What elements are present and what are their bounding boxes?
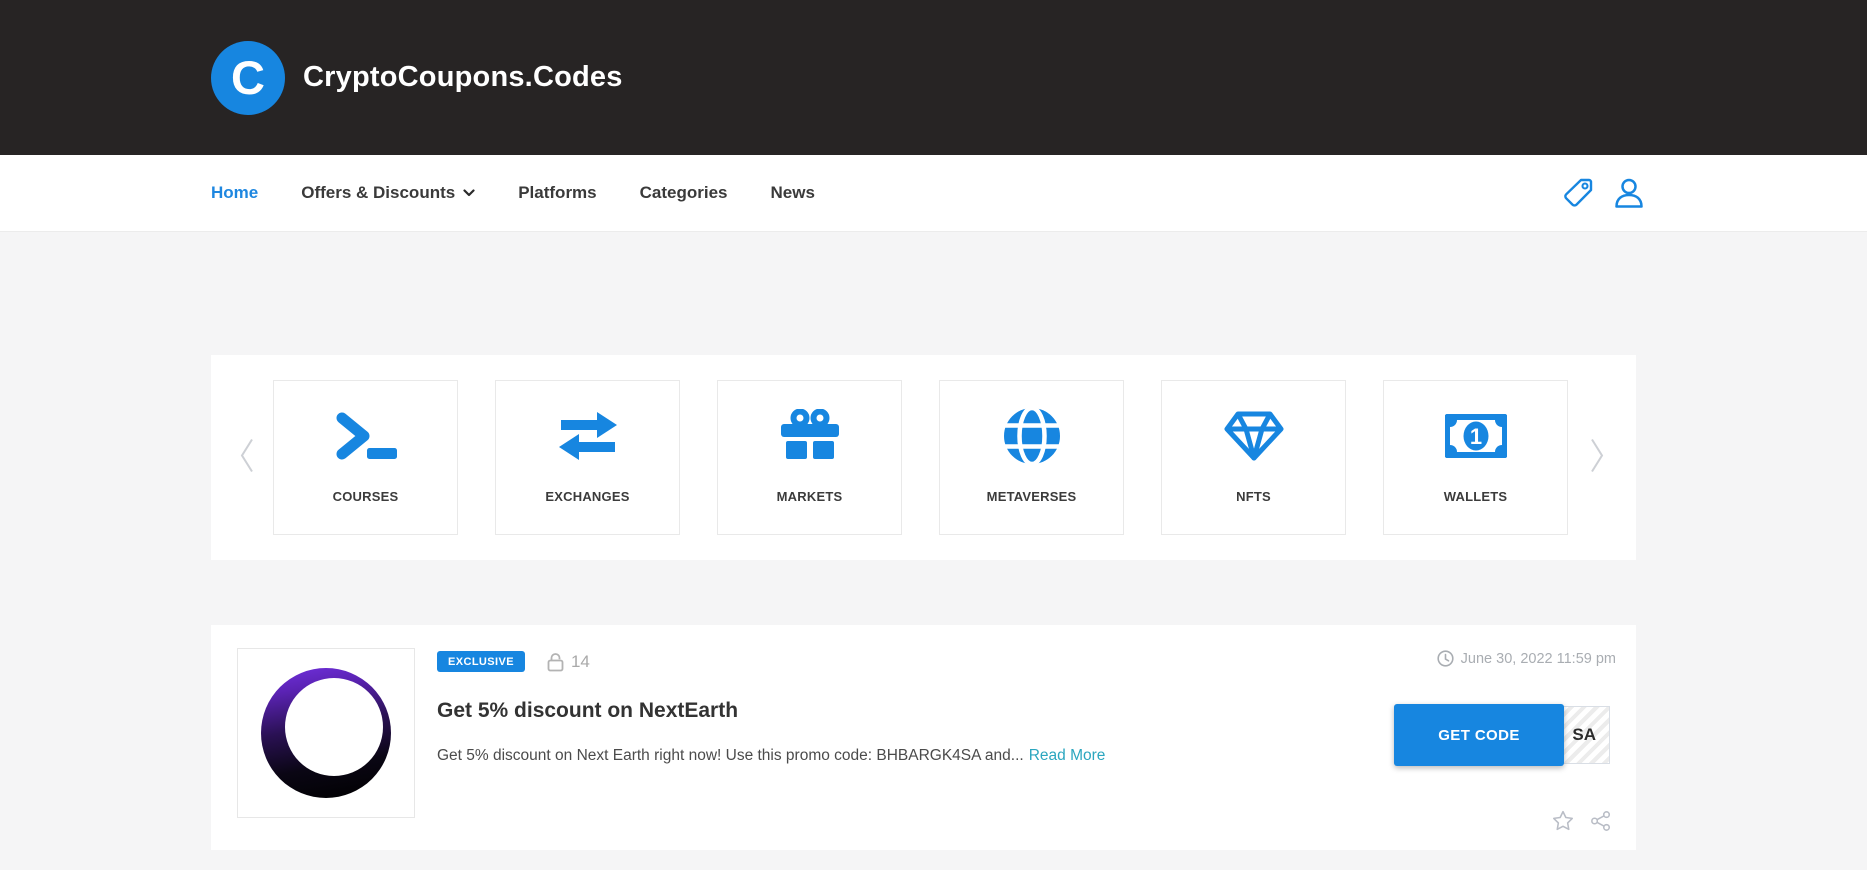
nav-items: Home Offers & Discounts Platforms Catego… <box>211 183 815 203</box>
coupon-expiry-text: June 30, 2022 11:59 pm <box>1461 651 1616 667</box>
exchange-arrows-icon <box>557 405 619 467</box>
coupon-description-text: Get 5% discount on Next Earth right now!… <box>437 747 1024 764</box>
tag-icon[interactable] <box>1561 176 1595 210</box>
main-content: COURSES EXCHANGES <box>211 232 1636 850</box>
nav-item-platforms[interactable]: Platforms <box>518 183 596 203</box>
site-header: C CryptoCoupons.Codes <box>0 0 1867 155</box>
category-card-exchanges[interactable]: EXCHANGES <box>495 380 680 535</box>
nav-item-label: Offers & Discounts <box>301 183 455 203</box>
user-icon[interactable] <box>1612 175 1646 211</box>
coupon-badge-row: EXCLUSIVE 14 <box>437 651 1105 672</box>
terminal-icon <box>333 405 399 467</box>
coupon-code-box[interactable]: SA GET CODE <box>1395 706 1610 764</box>
site-title[interactable]: CryptoCoupons.Codes <box>303 61 623 94</box>
category-card-markets[interactable]: MARKETS <box>717 380 902 535</box>
coupon-logo[interactable] <box>237 648 415 818</box>
clock-icon <box>1437 650 1454 667</box>
category-label: EXCHANGES <box>545 489 629 504</box>
globe-icon <box>1003 405 1061 467</box>
coupon-title[interactable]: Get 5% discount on NextEarth <box>437 699 1105 723</box>
exclusive-badge: EXCLUSIVE <box>437 651 525 672</box>
category-label: COURSES <box>333 489 399 504</box>
gem-icon <box>1223 405 1285 467</box>
site-logo-icon[interactable]: C <box>211 41 285 115</box>
share-icon[interactable] <box>1590 810 1612 832</box>
nav-item-news[interactable]: News <box>771 183 815 203</box>
money-bill-icon: 1 <box>1445 405 1507 467</box>
uses-count: 14 <box>571 652 590 672</box>
coupon-actions <box>1552 810 1612 832</box>
category-card-wallets[interactable]: 1 WALLETS <box>1383 380 1568 535</box>
coupon-card: EXCLUSIVE 14 Get 5% discount on NextEart… <box>211 625 1636 850</box>
gift-icon <box>781 405 839 467</box>
chevron-down-icon <box>463 189 475 197</box>
coupon-body: EXCLUSIVE 14 Get 5% discount on NextEart… <box>437 651 1105 765</box>
category-card-nfts[interactable]: NFTS <box>1161 380 1346 535</box>
category-card-courses[interactable]: COURSES <box>273 380 458 535</box>
carousel-prev-icon[interactable] <box>237 435 257 480</box>
favorite-star-icon[interactable] <box>1552 810 1574 832</box>
page: C CryptoCoupons.Codes Home Offers & Disc… <box>0 0 1867 870</box>
money-bill-digit: 1 <box>1469 424 1481 449</box>
nav-item-offers-discounts[interactable]: Offers & Discounts <box>301 183 475 203</box>
categories-carousel: COURSES EXCHANGES <box>211 355 1636 560</box>
category-label: WALLETS <box>1444 489 1508 504</box>
carousel-next-icon[interactable] <box>1587 435 1607 480</box>
category-cards-row: COURSES EXCHANGES <box>273 380 1568 535</box>
coupon-description: Get 5% discount on Next Earth right now!… <box>437 747 1105 765</box>
get-code-button[interactable]: GET CODE <box>1394 704 1564 766</box>
nav-item-categories[interactable]: Categories <box>640 183 728 203</box>
coupon-uses: 14 <box>547 652 590 672</box>
category-card-metaverses[interactable]: METAVERSES <box>939 380 1124 535</box>
nextearth-logo-image <box>261 668 391 798</box>
lock-icon <box>547 652 564 672</box>
category-label: MARKETS <box>777 489 843 504</box>
category-label: NFTS <box>1236 489 1271 504</box>
category-label: METAVERSES <box>987 489 1077 504</box>
read-more-link[interactable]: Read More <box>1029 747 1106 764</box>
main-navbar: Home Offers & Discounts Platforms Catego… <box>0 155 1867 232</box>
coupon-code-peek: SA <box>1572 725 1596 745</box>
nav-item-home[interactable]: Home <box>211 183 258 203</box>
coupon-expiry: June 30, 2022 11:59 pm <box>1437 650 1616 667</box>
nav-icons <box>1561 175 1646 211</box>
